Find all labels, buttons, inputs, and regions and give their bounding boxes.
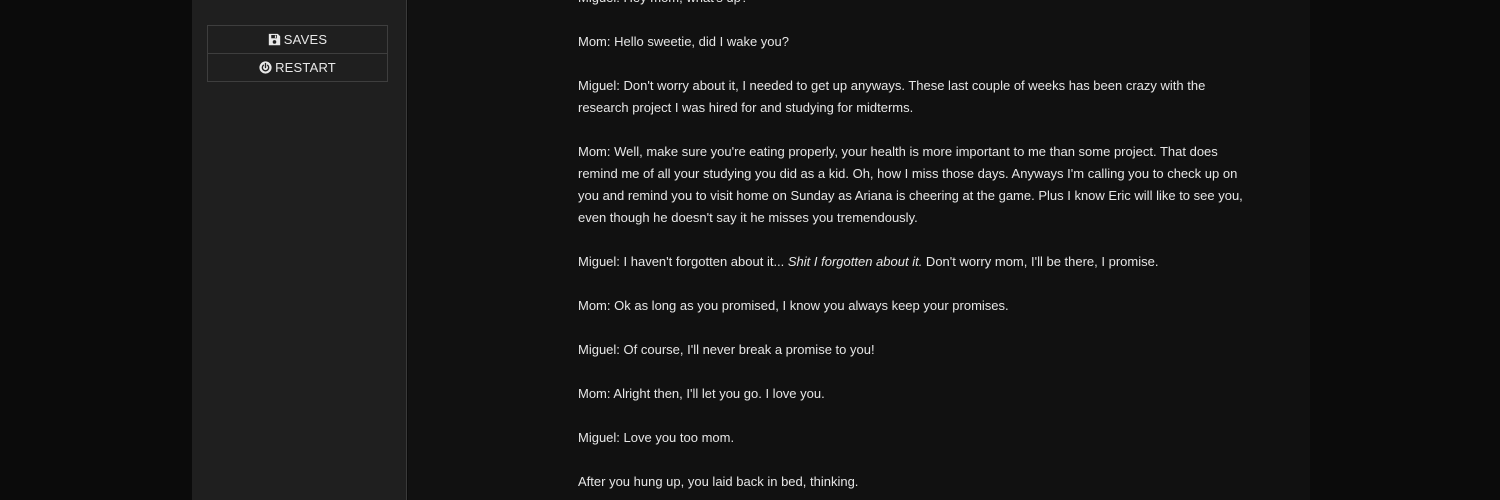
sidebar: SAVES RESTART	[192, 0, 407, 500]
story-paragraph: Miguel: Of course, I'll never break a pr…	[578, 342, 875, 357]
story-paragraph: After you hung up, you laid back in bed,…	[578, 474, 859, 489]
story-paragraph: Miguel: Don't worry about it, I needed t…	[578, 78, 1206, 115]
story-paragraph: Miguel: I haven't forgotten about it... …	[578, 251, 1248, 273]
dialogue-text: Miguel: I haven't forgotten about it...	[578, 254, 788, 269]
inner-thought-text: Shit I forgotten about it.	[787, 254, 923, 269]
story-paragraph: Mom: Alright then, I'll let you go. I lo…	[578, 386, 825, 401]
story-paragraph: Mom: Ok as long as you promised, I know …	[578, 298, 1009, 313]
story-text: Miguel: Hey mom, what's up? Mom: Hello s…	[578, 0, 1248, 500]
story-paragraph: Mom: Hello sweetie, did I wake you?	[578, 34, 789, 49]
app-window: SAVES RESTART Miguel: Hey mom, what's up…	[0, 0, 1500, 500]
saves-button[interactable]: SAVES	[208, 26, 387, 53]
floppy-disk-icon	[268, 33, 281, 46]
story-paragraph: Mom: Well, make sure you're eating prope…	[578, 144, 1243, 225]
restart-label: RESTART	[275, 60, 336, 75]
restart-button[interactable]: RESTART	[208, 53, 387, 81]
dialogue-text: Don't worry mom, I'll be there, I promis…	[922, 254, 1159, 269]
saves-label: SAVES	[283, 32, 328, 47]
story-paragraph: Miguel: Hey mom, what's up?	[578, 0, 1248, 9]
power-icon	[259, 61, 272, 74]
story-paragraph: Miguel: Love you too mom.	[578, 430, 735, 445]
sidebar-menu: SAVES RESTART	[207, 25, 388, 82]
main-passage: Miguel: Hey mom, what's up? Mom: Hello s…	[408, 0, 1310, 500]
